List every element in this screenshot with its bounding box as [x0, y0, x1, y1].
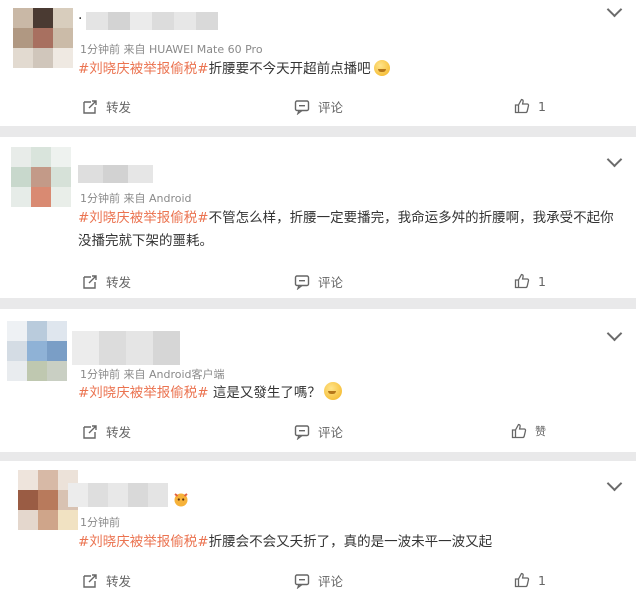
comment-body: 折腰会不会又夭折了，真的是一波未平一波又起	[208, 534, 493, 550]
avatar[interactable]	[7, 321, 67, 381]
comment-text: #刘晓庆被举报偷税#不管怎么样，折腰一定要播完，我命运多舛的折腰啊，我承受不起你…	[78, 207, 623, 253]
like-label: 赞	[535, 425, 546, 438]
comment-label: 评论	[318, 425, 344, 440]
comment-card: · 1分钟前 来自 HUAWEI Mate 60 Pro #刘晓庆被举报偷税#折…	[0, 0, 636, 126]
chevron-down-icon[interactable]	[606, 1, 623, 18]
comment-card: 1分钟前 来自 Android #刘晓庆被举报偷税#不管怎么样，折腰一定要播完，…	[0, 137, 636, 298]
repost-button[interactable]: 转发	[82, 422, 131, 441]
hashtag-link[interactable]: #刘晓庆被举报偷税#	[78, 61, 209, 77]
thumbs-up-icon	[514, 98, 530, 114]
like-count: 1	[538, 572, 546, 588]
post-meta: 1分钟前 来自 Android	[80, 192, 192, 205]
like-button[interactable]: 1	[514, 273, 546, 289]
comment-label: 评论	[318, 574, 344, 589]
hashtag-link[interactable]: #刘晓庆被举报偷税#	[78, 210, 209, 226]
repost-label: 转发	[106, 425, 132, 440]
repost-icon	[83, 274, 97, 289]
username[interactable]	[78, 165, 153, 183]
comment-card: 1分钟前 #刘晓庆被举报偷税#折腰会不会又夭折了，真的是一波未平一波又起 转发 …	[0, 461, 636, 596]
comment-text: #刘晓庆被举报偷税#折腰要不今天开超前点播吧	[78, 58, 623, 81]
post-meta: 1分钟前 来自 Android客户端	[80, 368, 225, 381]
username[interactable]	[68, 483, 168, 507]
repost-label: 转发	[106, 574, 132, 589]
like-count: 1	[538, 273, 546, 289]
comment-text: #刘晓庆被举报偷税#折腰会不会又夭折了，真的是一波未平一波又起	[78, 531, 623, 554]
repost-icon	[83, 424, 97, 439]
comment-button[interactable]: 评论	[294, 97, 343, 116]
username[interactable]: ·	[78, 12, 218, 30]
comment-icon	[294, 424, 310, 440]
smile-emoji-icon	[373, 60, 390, 76]
hashtag-link[interactable]: #刘晓庆被举报偷税#	[78, 534, 209, 550]
post-meta: 1分钟前	[80, 516, 120, 529]
repost-button[interactable]: 转发	[82, 272, 131, 291]
comment-text: #刘晓庆被举报偷税# 這是又發生了嗎？	[78, 382, 623, 405]
hashtag-link[interactable]: #刘晓庆被举报偷税#	[78, 385, 209, 401]
avatar[interactable]	[13, 8, 73, 68]
thumbs-up-icon	[511, 423, 527, 439]
comment-icon	[294, 573, 310, 589]
comment-label: 评论	[318, 275, 344, 290]
comment-button[interactable]: 评论	[294, 272, 343, 291]
repost-icon	[83, 573, 97, 588]
comment-button[interactable]: 评论	[294, 571, 343, 590]
repost-icon	[83, 99, 97, 114]
surprised-emoji-icon	[323, 382, 342, 400]
like-button[interactable]: 1	[514, 572, 546, 588]
repost-button[interactable]: 转发	[82, 571, 131, 590]
chevron-down-icon[interactable]	[606, 151, 623, 168]
comment-button[interactable]: 评论	[294, 422, 343, 441]
fan-badge-icon	[174, 493, 188, 507]
like-button[interactable]: 1	[514, 98, 546, 114]
comment-card: 1分钟前 来自 Android客户端 #刘晓庆被举报偷税# 這是又發生了嗎？ 转…	[0, 309, 636, 452]
comment-icon	[294, 274, 310, 290]
chevron-down-icon[interactable]	[606, 325, 623, 342]
comment-label: 评论	[318, 100, 344, 115]
comment-icon	[294, 99, 310, 115]
chevron-down-icon[interactable]	[606, 475, 623, 492]
comment-body: 這是又發生了嗎？	[208, 385, 321, 401]
like-count: 1	[538, 98, 546, 114]
like-button[interactable]: 赞	[511, 423, 546, 439]
avatar[interactable]	[11, 147, 71, 207]
thumbs-up-icon	[514, 273, 530, 289]
repost-label: 转发	[106, 100, 132, 115]
comment-body: 折腰要不今天开超前点播吧	[208, 61, 371, 77]
thumbs-up-icon	[514, 572, 530, 588]
repost-button[interactable]: 转发	[82, 97, 131, 116]
repost-label: 转发	[106, 275, 132, 290]
post-meta: 1分钟前 来自 HUAWEI Mate 60 Pro	[80, 43, 263, 56]
username[interactable]	[72, 331, 180, 365]
